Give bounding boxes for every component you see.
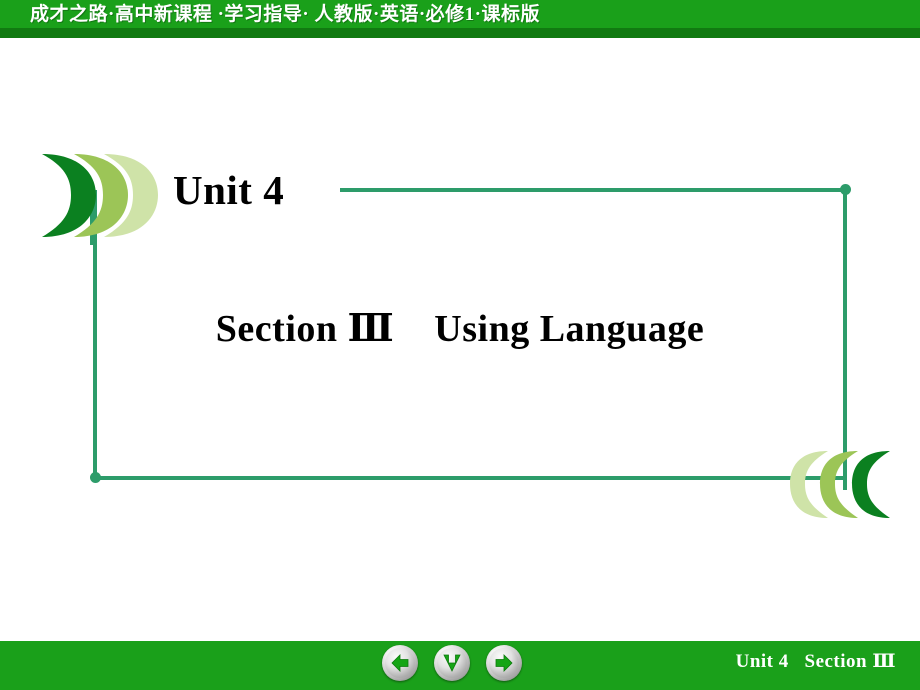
arrow-left-icon (391, 654, 409, 672)
arrow-right-icon (495, 654, 513, 672)
header-banner-shadow (0, 28, 920, 38)
next-section-button[interactable] (434, 645, 470, 681)
unit-label: Unit 4 (173, 167, 285, 213)
frame-line-bottom (95, 476, 847, 480)
arrow-down-icon (443, 654, 461, 672)
header-title: 成才之路·高中新课程 ·学习指导· 人教版·英语·必修1·课标版 (30, 4, 541, 25)
left-crescent-decoration (34, 150, 164, 250)
next-slide-button[interactable] (486, 645, 522, 681)
section-title: Section Ⅲ Using Language (215, 308, 705, 350)
slide-canvas: 成才之路·高中新课程 ·学习指导· 人教版·英语·必修1·课标版 Unit 4 … (0, 0, 920, 690)
left-crescents-icon (42, 154, 158, 245)
right-crescents-icon (790, 448, 890, 518)
footer-navigation (382, 645, 522, 687)
right-crescent-decoration (790, 448, 900, 528)
frame-corner-dot-top-right (840, 184, 851, 195)
footer-label: Unit 4 Section Ⅲ (735, 651, 896, 672)
previous-slide-button[interactable] (382, 645, 418, 681)
frame-corner-dot-bottom-left (90, 472, 101, 483)
frame-line-top (340, 188, 845, 192)
